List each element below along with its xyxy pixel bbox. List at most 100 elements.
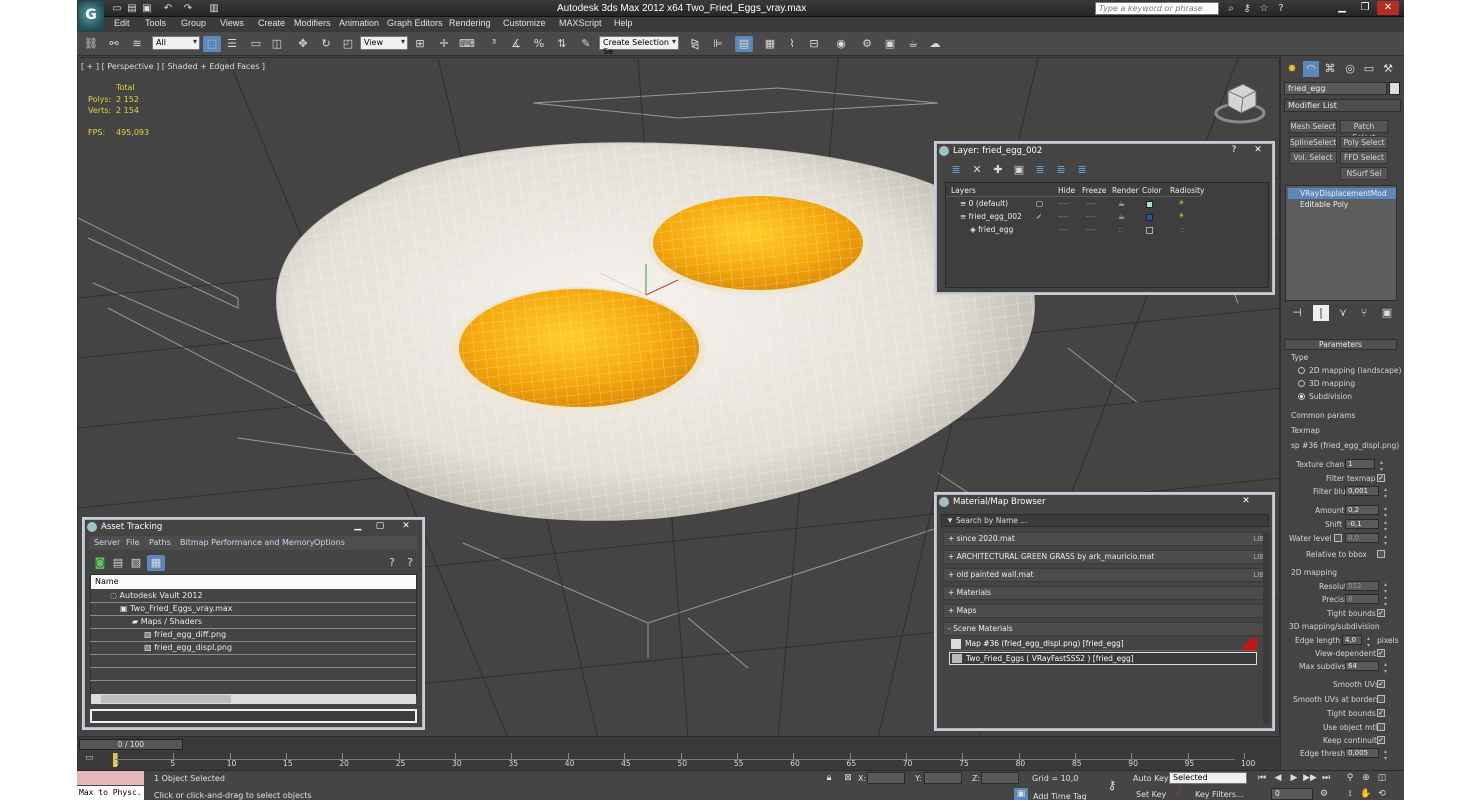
layer-color-swatch[interactable] (1146, 227, 1153, 234)
maxscript-output[interactable] (77, 771, 144, 785)
object-name-field[interactable]: fried_egg (1284, 82, 1387, 95)
layer-row-fried-egg[interactable]: ◈ fried_egg (970, 225, 1013, 234)
radio-subdivision[interactable] (1298, 393, 1305, 400)
x-coordinate-field[interactable] (867, 772, 905, 784)
key-mode-dropdown[interactable]: Selected (1169, 772, 1247, 784)
spinner-snap-icon[interactable]: ⇅ (553, 36, 571, 52)
hide-all-layers-icon[interactable]: ≣ (1052, 162, 1070, 178)
browser-group-since-2020[interactable]: + since 2020.mat LIB (943, 532, 1269, 546)
key-icon[interactable]: ⚷ (1240, 2, 1254, 15)
asset-close-button[interactable]: ✕ (398, 520, 414, 532)
precision-spinner[interactable]: 8 (1345, 594, 1389, 608)
menu-help[interactable]: Help (614, 18, 633, 28)
asset-menu-paths[interactable]: Paths (149, 538, 171, 547)
named-selection-dropdown[interactable]: Create Selection Se (599, 36, 679, 56)
radiosity-icon[interactable]: ☀ (1178, 211, 1185, 220)
make-unique-icon[interactable]: ⋎ (1335, 305, 1351, 321)
key-filters-button[interactable]: Key Filters... (1195, 790, 1244, 799)
select-layer-objects-icon[interactable]: ▣ (1010, 162, 1028, 178)
rendered-frame-window-icon[interactable]: ▣ (881, 36, 899, 52)
resolution-spinner[interactable]: 512 (1345, 581, 1389, 595)
stack-item-editable-poly[interactable]: Editable Poly (1288, 199, 1396, 210)
menu-maxscript[interactable]: MAXScript (559, 18, 602, 28)
keyboard-shortcut-icon[interactable]: ⌨ (458, 36, 476, 52)
col-radiosity[interactable]: Radiosity (1170, 186, 1204, 195)
browser-group-maps[interactable]: + Maps (943, 604, 1269, 618)
edge-length-spinner[interactable]: 4,0 (1342, 635, 1372, 649)
layer-close-button[interactable]: ✕ (1250, 144, 1266, 156)
edit-named-selection-icon[interactable]: ✎ (577, 36, 595, 52)
unlink-icon[interactable]: ⚯ (105, 36, 123, 52)
previous-frame-icon[interactable]: ◀ (1271, 772, 1285, 784)
asset-menu-file[interactable]: File (126, 538, 139, 547)
col-hide[interactable]: Hide (1058, 186, 1075, 195)
asset-minimize-button[interactable]: ▁ (350, 520, 366, 532)
search-input[interactable]: Type a keyword or phrase (1095, 2, 1219, 15)
menu-rendering[interactable]: Rendering (449, 18, 491, 28)
current-layer-icon[interactable]: ▢ (1036, 199, 1043, 208)
time-config-icon[interactable]: ⚙ (1317, 788, 1331, 800)
open-icon[interactable]: ▤ (125, 2, 139, 15)
snap-toggle-icon[interactable]: ³ (485, 36, 503, 52)
maxscript-listener[interactable]: Max to Physc. (77, 771, 144, 800)
layer-window-title[interactable]: Layer: fried_egg_002 (937, 144, 1272, 158)
radio-3d-mapping[interactable] (1298, 380, 1305, 387)
view-dependent-checkbox[interactable]: ✓ (1377, 649, 1385, 657)
ribbon-icon[interactable]: ▦ (761, 36, 779, 52)
browser-group-green-grass[interactable]: + ARCHITECTURAL GREEN GRASS by ark_mauri… (943, 550, 1269, 564)
table-view-icon[interactable]: ▦ (147, 555, 165, 571)
option-subdivision[interactable]: Subdivision (1309, 392, 1352, 401)
nsurf-sel-button[interactable]: NSurf Sel (1340, 167, 1388, 180)
hierarchy-tab-icon[interactable]: ⌘ (1322, 61, 1338, 77)
spline-select-button[interactable]: SplineSelect (1289, 136, 1337, 149)
select-by-name-icon[interactable]: ☰ (223, 36, 241, 52)
minimize-button[interactable]: ▁ (1331, 1, 1353, 15)
active-layer-check-icon[interactable]: ✓ (1036, 212, 1042, 221)
freeze-all-layers-icon[interactable]: ≣ (1073, 162, 1091, 178)
material-editor-icon[interactable]: ◉ (832, 36, 850, 52)
zoom-all-icon[interactable]: ⊕ (1359, 772, 1373, 784)
asset-menu-options[interactable]: Options (314, 538, 345, 547)
utilities-tab-icon[interactable]: ⚒ (1380, 61, 1396, 77)
mesh-select-button[interactable]: Mesh Select (1289, 120, 1337, 133)
new-icon[interactable]: ▭ (110, 2, 124, 15)
zoom-icon[interactable]: ⚲ (1343, 772, 1357, 784)
set-key-icon[interactable]: ⚷ (1105, 779, 1119, 791)
viewport-label[interactable]: [ + ] [ Perspective ] [ Shaded + Edged F… (81, 62, 265, 71)
hide-toggle[interactable]: ---- (1058, 199, 1069, 208)
radiosity-icon[interactable]: ☀ (1178, 198, 1185, 207)
layer-color-swatch[interactable] (1146, 214, 1153, 221)
material-browser-scrollbar[interactable] (1263, 532, 1269, 724)
selection-filter-dropdown[interactable]: All (152, 36, 200, 50)
app-logo-icon[interactable]: G (78, 1, 104, 31)
window-crossing-icon[interactable]: ◫ (268, 36, 286, 52)
menu-edit[interactable]: Edit (114, 18, 130, 28)
layer-row-fried-egg-002[interactable]: ≡ fried_egg_002 (960, 212, 1022, 221)
patch-select-button[interactable]: Patch Select (1340, 120, 1388, 142)
undo-icon[interactable]: ↶ (161, 2, 175, 15)
add-time-tag[interactable]: Add Time Tag (1033, 792, 1087, 800)
absolute-mode-icon[interactable]: ⊠ (841, 772, 855, 784)
show-end-result-icon[interactable]: | (1313, 305, 1329, 321)
asset-horizontal-scrollbar[interactable] (91, 694, 416, 704)
stack-item-vray-displacement[interactable]: VRayDisplacementMod (1288, 188, 1396, 199)
reference-coordinate-dropdown[interactable]: View (360, 36, 408, 50)
smooth-uvs-checkbox[interactable]: ✓ (1377, 680, 1385, 688)
freeze-toggle[interactable]: ---- (1086, 212, 1097, 221)
scene-item-map-36[interactable]: Map #36 (fried_egg_displ.png) [fried_egg… (949, 638, 1257, 651)
redo-icon[interactable]: ↷ (181, 2, 195, 15)
shift-spinner[interactable]: -0,1 (1345, 519, 1389, 533)
layer-help-button[interactable]: ? (1226, 144, 1242, 156)
poly-select-button[interactable]: Poly Select (1340, 136, 1388, 149)
rotate-icon[interactable]: ↻ (317, 36, 335, 52)
option-2d-mapping[interactable]: 2D mapping (landscape) (1309, 366, 1401, 375)
select-manipulate-icon[interactable]: ✛ (435, 36, 453, 52)
move-icon[interactable]: ✥ (294, 36, 312, 52)
menu-animation[interactable]: Animation (339, 18, 379, 28)
z-coordinate-field[interactable] (981, 772, 1019, 784)
render-toggle[interactable]: :: (1118, 225, 1123, 234)
highlight-layer-icon[interactable]: ≣ (1031, 162, 1049, 178)
amount-spinner[interactable]: 0,2 (1345, 505, 1389, 519)
next-frame-icon[interactable]: ▶▶ (1303, 772, 1317, 784)
asset-menu-server[interactable]: Server (94, 538, 120, 547)
